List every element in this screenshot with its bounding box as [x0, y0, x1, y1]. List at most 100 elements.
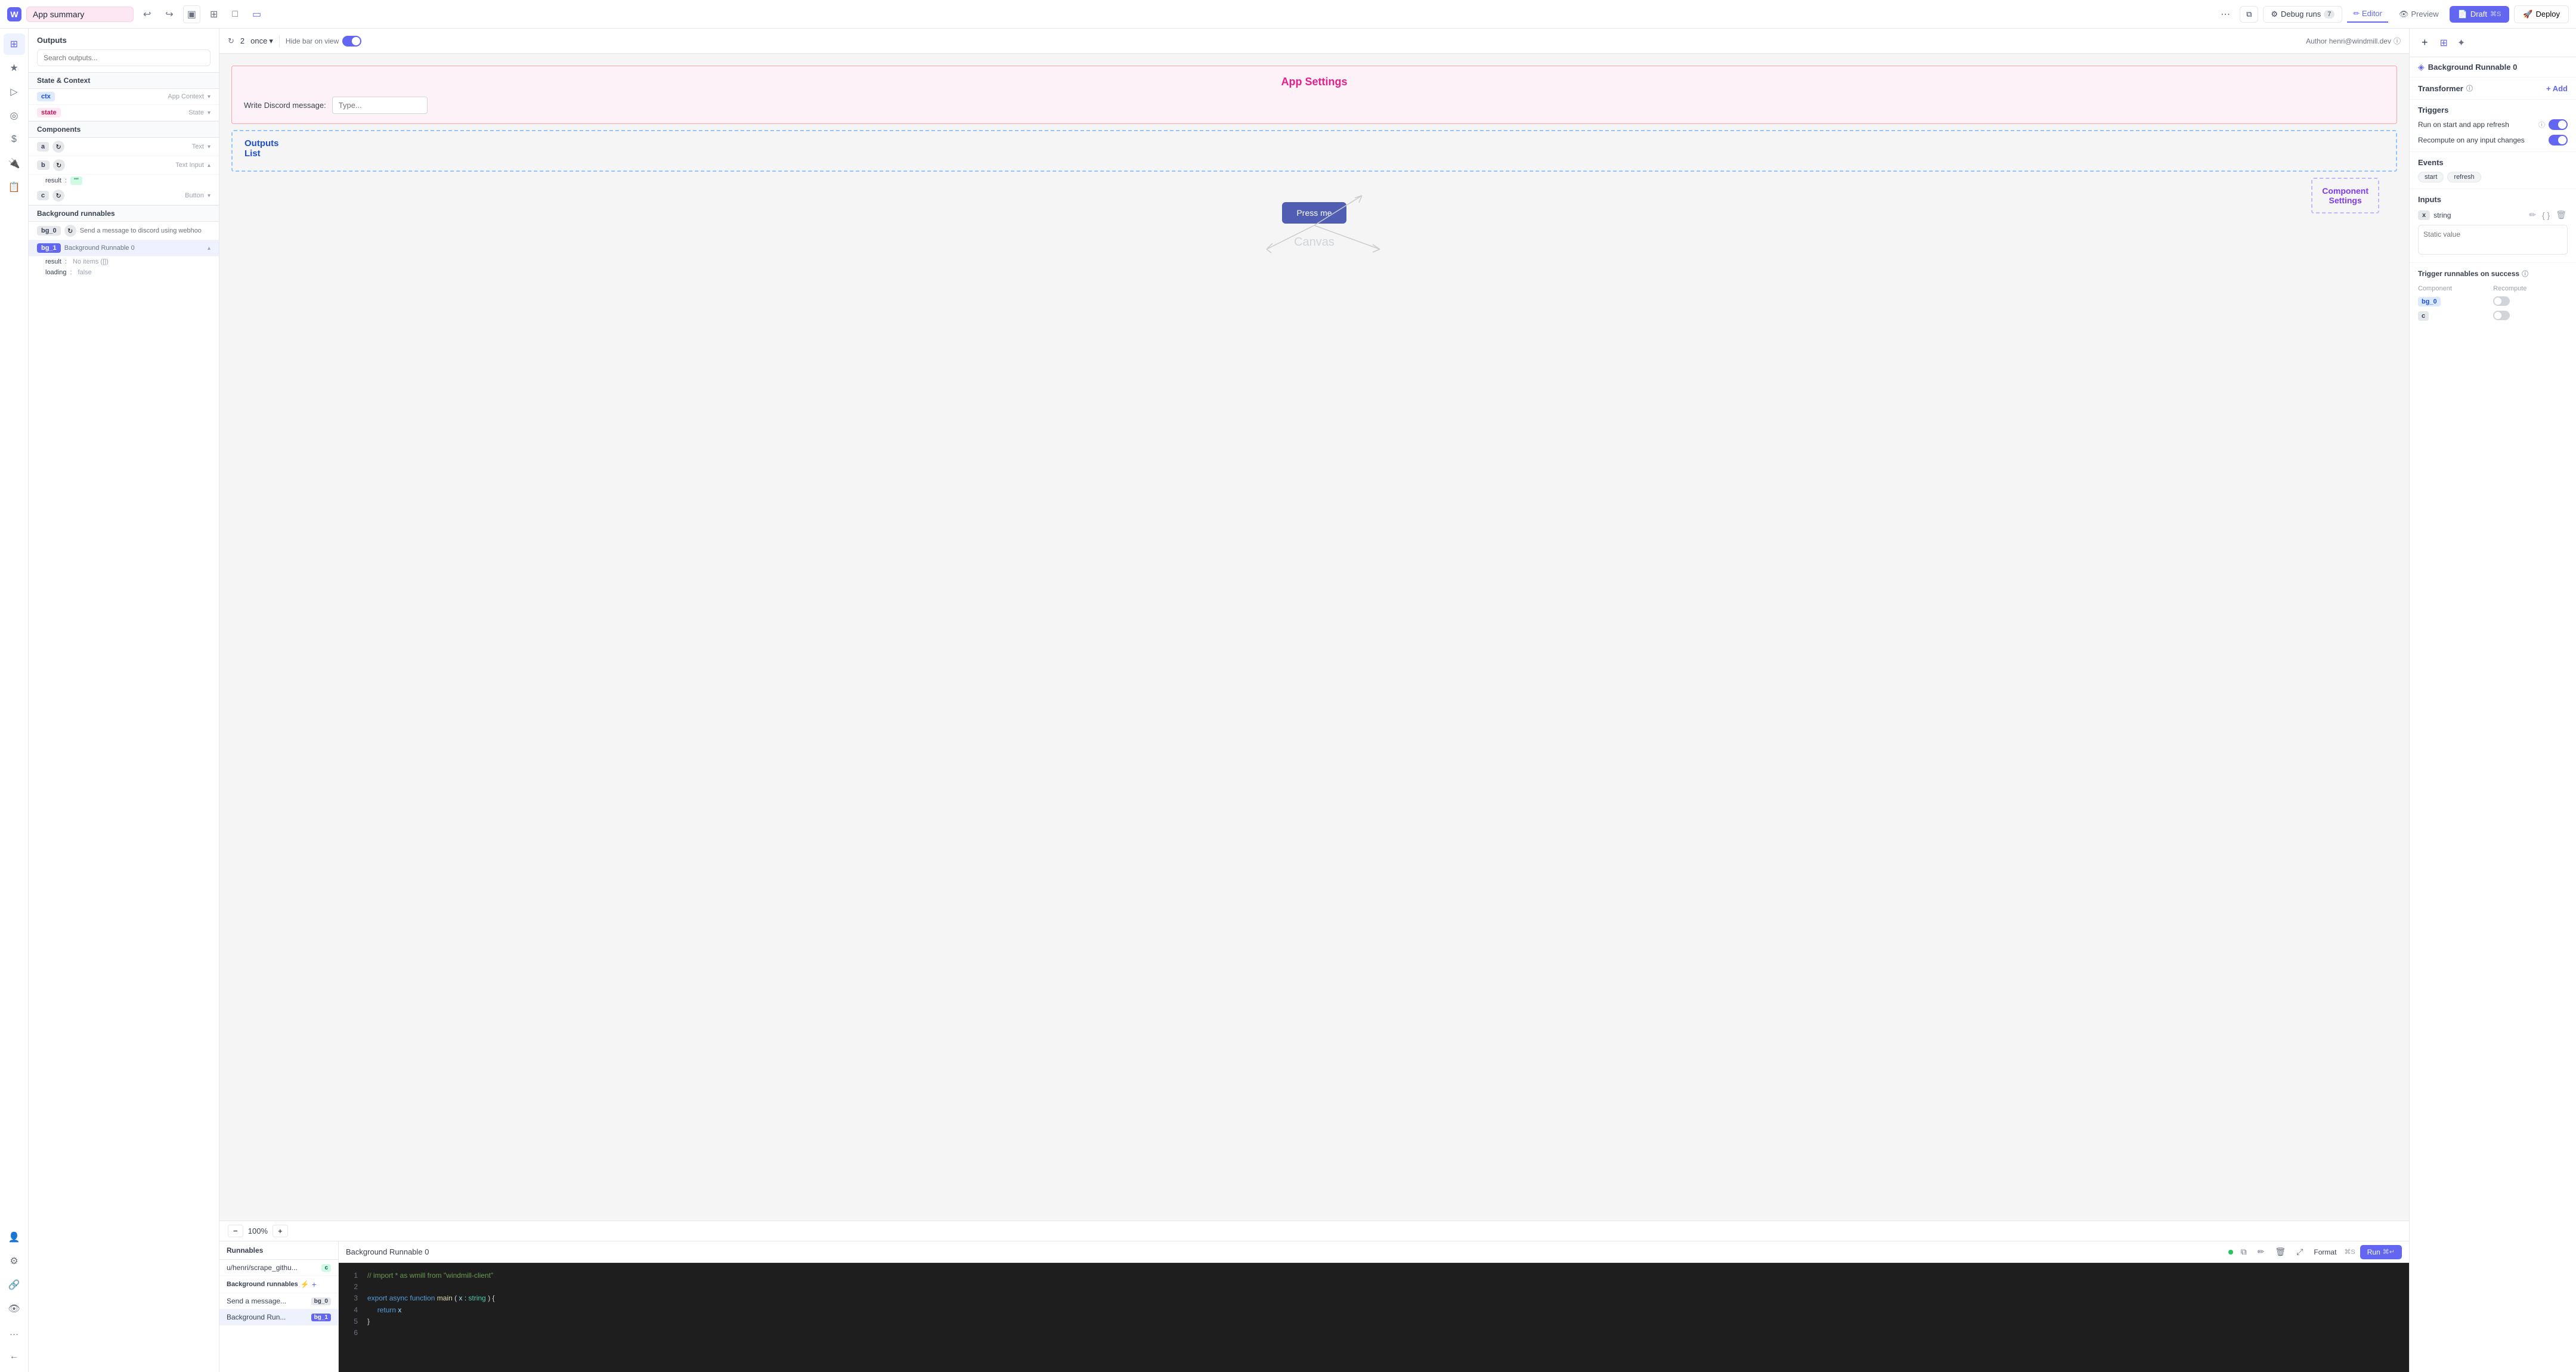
hide-bar-toggle[interactable] [342, 36, 361, 47]
preview-tab[interactable]: 👁 Preview [2393, 7, 2445, 22]
ctx-item[interactable]: ctx App Context ▾ [29, 89, 219, 105]
transformer-info-icon[interactable]: ⓘ [2466, 83, 2473, 93]
expand-icon-button[interactable]: ⤢ [2293, 1246, 2306, 1258]
run-button[interactable]: Run ⌘↵ [2360, 1245, 2402, 1259]
bg-item-0[interactable]: Send a message... bg_0 [219, 1293, 338, 1309]
sidebar-item-plugin[interactable]: 🔌 [4, 153, 25, 174]
sidebar-item-play[interactable]: ▷ [4, 81, 25, 103]
format-label: Format [2311, 1247, 2339, 1258]
press-me-button[interactable]: Press me [1282, 202, 1346, 224]
component-b-expand[interactable]: ▴ [208, 162, 210, 169]
runnable-icon: ◈ [2418, 62, 2425, 72]
draft-button[interactable]: 📄 Draft ⌘S [2450, 6, 2510, 23]
grid-tab-icon[interactable]: ⊞ [2438, 35, 2450, 51]
copy-icon-button[interactable]: ⧉ [2238, 1246, 2250, 1258]
sidebar-item-settings[interactable]: ⚙ [4, 1250, 25, 1272]
split-view-button[interactable]: ⧉ [2240, 6, 2258, 23]
editor-toolbar: Background Runnable 0 ⧉ ✏ 🗑 ⤢ Format ⌘S … [339, 1241, 2409, 1263]
trigger-1-toggle[interactable] [2549, 119, 2568, 130]
component-a-item[interactable]: a ↻ Text ▾ [29, 138, 219, 156]
zoom-in-button[interactable]: + [273, 1225, 288, 1237]
toolbar-divider [279, 35, 280, 47]
deploy-button[interactable]: 🚀 Deploy [2514, 5, 2569, 23]
component-c-icon[interactable]: ↻ [52, 190, 64, 202]
add-component-button[interactable]: + [2417, 33, 2433, 52]
trigger-1-info-icon[interactable]: ⓘ [2538, 120, 2545, 129]
trigger-2-label: Recompute on any input changes [2418, 136, 2545, 144]
mobile-button[interactable]: □ [227, 6, 243, 23]
sidebar-item-eye[interactable]: 👁 [4, 1298, 25, 1320]
delete-icon-button[interactable]: 🗑 [2272, 1246, 2289, 1258]
delete-input-button[interactable]: 🗑 [2555, 209, 2568, 221]
zoom-bar: − 100% + [219, 1221, 2409, 1241]
component-a-icon[interactable]: ↻ [52, 141, 64, 153]
undo-button[interactable]: ↩ [138, 5, 156, 23]
frequency-select[interactable]: once ▾ [250, 36, 273, 46]
state-context-section: State & Context [29, 72, 219, 89]
c-toggle-knob [2494, 312, 2501, 319]
search-input[interactable] [37, 49, 210, 66]
discord-input[interactable] [332, 97, 428, 114]
c-recompute-toggle[interactable] [2493, 311, 2510, 320]
inputs-title: Inputs [2418, 195, 2568, 204]
expand-button[interactable]: ⊞ [205, 5, 222, 23]
state-item[interactable]: state State ▾ [29, 105, 219, 121]
component-c-item[interactable]: c ↻ Button ▾ [29, 187, 219, 205]
bg0-icon[interactable]: ↻ [64, 225, 76, 237]
sidebar-item-user[interactable]: 👤 [4, 1227, 25, 1248]
success-info-icon[interactable]: ⓘ [2522, 269, 2528, 278]
desktop-button[interactable]: ▭ [247, 5, 266, 23]
inputs-row: x string ✏ { } 🗑 [2418, 209, 2568, 221]
debug-button[interactable]: ⚙ Debug runs 7 [2263, 6, 2342, 23]
success-title: Trigger runnables on success ⓘ [2418, 269, 2568, 278]
sidebar-item-collapse[interactable]: ← [4, 1346, 25, 1367]
bg0-component-cell: bg_0 [2418, 294, 2493, 308]
component-a-expand[interactable]: ▾ [208, 144, 210, 150]
component-a-tag: a [37, 142, 49, 151]
sidebar-item-target[interactable]: ◎ [4, 105, 25, 126]
add-bg-runnable-button[interactable]: + [312, 1280, 317, 1289]
code-line-2: 2 [348, 1281, 2399, 1293]
app-name-input[interactable] [26, 7, 134, 22]
code-input-button[interactable]: { } [2541, 209, 2551, 221]
static-value-textarea[interactable] [2418, 225, 2568, 255]
sidebar-item-grid[interactable]: ⊞ [4, 33, 25, 55]
redo-button[interactable]: ↪ [160, 5, 178, 23]
sidebar-item-star[interactable]: ★ [4, 57, 25, 79]
edit-icon-button[interactable]: ✏ [2255, 1246, 2268, 1258]
component-c-expand[interactable]: ▾ [208, 193, 210, 199]
component-c-type: Button [185, 192, 204, 199]
editor-tab[interactable]: ✏ Editor [2347, 6, 2388, 23]
align-icon-button[interactable]: ▣ [183, 5, 200, 23]
canvas-main[interactable]: App Settings Write Discord message: Outp… [219, 54, 2409, 1221]
add-transformer-button[interactable]: + DeployAdd [2546, 84, 2568, 93]
code-line-5: 5 } [348, 1316, 2399, 1327]
sidebar-item-link[interactable]: 🔗 [4, 1274, 25, 1296]
bg0-recompute-toggle[interactable] [2493, 296, 2510, 306]
state-expand-icon[interactable]: ▾ [208, 110, 210, 116]
component-b-item[interactable]: b ↻ Text Input ▴ [29, 156, 219, 175]
trigger-2-toggle[interactable] [2549, 135, 2568, 145]
bg1-expand[interactable]: ▴ [208, 245, 210, 252]
star-tab-icon[interactable]: ✦ [2455, 35, 2467, 51]
more-button[interactable]: ⋯ [2216, 5, 2235, 23]
component-b-icon[interactable]: ↻ [53, 159, 65, 171]
sidebar-item-dollar[interactable]: $ [4, 129, 25, 150]
ctx-expand-icon[interactable]: ▾ [208, 94, 210, 100]
bg1-loading-sep: : [70, 269, 72, 276]
sidebar-item-clipboard[interactable]: 📋 [4, 176, 25, 198]
state-type: State [188, 109, 204, 116]
bg0-list-tag: bg_0 [311, 1297, 331, 1305]
bg0-toggle-knob [2494, 298, 2501, 305]
sidebar-item-more[interactable]: … [4, 1322, 25, 1343]
bg1-item[interactable]: bg_1 Background Runnable 0 ▴ [29, 240, 219, 256]
bg-item-1[interactable]: Background Run... bg_1 [219, 1309, 338, 1325]
bg-runnable-name: Background Runnable 0 [2428, 63, 2518, 72]
zoom-out-button[interactable]: − [228, 1225, 243, 1237]
recompute-col-header: Recompute [2493, 283, 2568, 294]
bg0-item[interactable]: bg_0 ↻ Send a message to discord using w… [29, 222, 219, 240]
edit-input-button[interactable]: ✏ [2528, 209, 2537, 221]
runnable-list-item-scrape[interactable]: u/henri/scrape_githu... c [219, 1260, 338, 1276]
code-editor[interactable]: 1 // import * as wmill from "windmill-cl… [339, 1263, 2409, 1372]
eye-icon: 👁 [2399, 10, 2409, 19]
